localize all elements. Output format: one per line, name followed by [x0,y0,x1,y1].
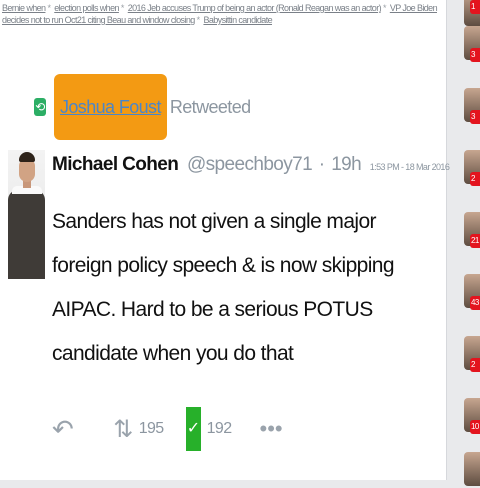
topic-link[interactable]: Babysittin candidate [203,15,272,25]
tweet-header: Michael Cohen @speechboy71 · 19h 1:53 PM… [52,150,450,182]
sidebar-avatar[interactable]: 3 [462,86,480,124]
notification-badge: 3 [470,110,480,124]
sidebar-avatar[interactable] [462,450,480,488]
topic-link[interactable]: 2016 Jeb accuses Trump of being an actor… [128,3,382,13]
sidebar-avatar[interactable]: 21 [462,210,480,248]
notification-badge: 10 [470,420,480,434]
notification-badge: 21 [470,234,480,248]
notification-badge: 2 [470,172,480,186]
retweet-badge-icon: ⟲ [34,98,46,116]
author-avatar[interactable] [8,150,45,279]
retweet-action[interactable]: ⇅ 195 [73,415,165,444]
separator-dot: · [318,154,325,175]
author-name[interactable]: Michael Cohen [52,154,179,175]
sidebar-avatar[interactable]: 10 [462,396,480,434]
tweet-text: Sanders has not given a single major for… [52,210,395,365]
tweet-panel: Bernie when * election polls when * 2016 J… [0,0,450,480]
notification-badge: 1 [470,0,480,14]
more-options-icon[interactable]: ••• [260,416,283,442]
sidebar-avatar[interactable]: 3 [462,24,480,62]
topic-link[interactable]: Bernie when [2,3,46,13]
retweeter-name[interactable]: Joshua Foust [54,74,167,140]
retweet-count: 195 [138,420,165,437]
topic-link[interactable]: election polls when [54,3,119,13]
like-action[interactable]: ✓ 192 [164,407,232,451]
tweet-timestamp: 1:53 PM - 18 Mar 2016 [369,162,450,172]
reply-icon[interactable]: ↶ [52,414,74,445]
check-icon: ✓ [185,407,201,451]
notification-badge: 2 [470,358,480,372]
sidebar-avatar[interactable]: 43 [462,272,480,310]
follower-sidebar: 1 3 3 2 21 43 2 10 [462,0,480,486]
notification-badge: 43 [470,296,480,310]
notification-badge: 3 [470,48,480,62]
tweet-actions: ↶ ⇅ 195 ✓ 192 ••• [52,404,283,454]
sidebar-avatar[interactable]: 2 [462,334,480,372]
like-count: 192 [206,420,233,437]
retweeted-label: Retweeted [169,96,251,117]
sidebar-avatar[interactable]: 2 [462,148,480,186]
trending-topics: Bernie when * election polls when * 2016 J… [2,3,438,25]
retweeted-by-row: ⟲ Joshua Foust Retweeted [34,72,251,142]
tweet-age[interactable]: 19h [331,154,362,175]
retweet-icon: ⇅ [113,415,133,443]
author-handle[interactable]: @speechboy71 [187,154,313,175]
